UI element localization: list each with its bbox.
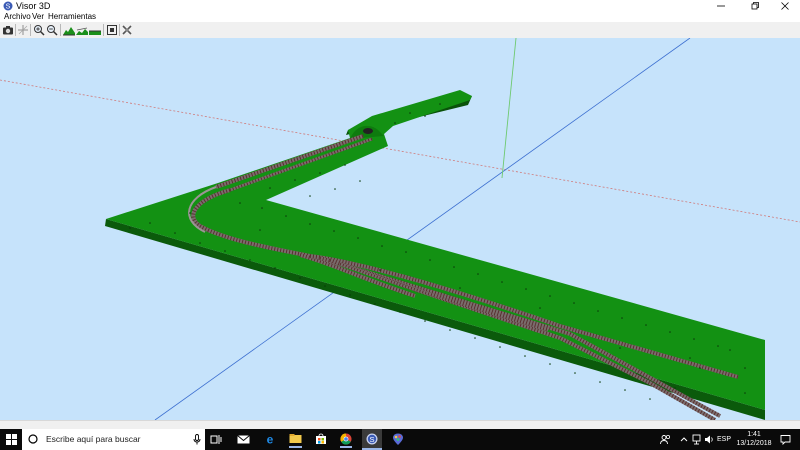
store-icon xyxy=(316,433,326,444)
toolbar-separator xyxy=(15,24,16,36)
taskbar-app-paint[interactable] xyxy=(392,433,404,446)
zoom-in-button[interactable] xyxy=(33,24,45,36)
camera-button[interactable] xyxy=(2,24,14,36)
taskbar-app-mail[interactable] xyxy=(237,434,250,445)
search-placeholder: Escribe aquí para buscar xyxy=(46,434,141,444)
terrain-view-1-icon xyxy=(63,27,75,36)
close-button[interactable] xyxy=(770,0,800,12)
menu-bar: Archivo Ver Herramientas xyxy=(0,12,800,22)
chrome-icon xyxy=(340,433,352,445)
axes-icon xyxy=(18,25,28,35)
clock[interactable]: 1:41 13/12/2018 xyxy=(735,430,773,449)
tray-overflow-button[interactable] xyxy=(680,435,688,444)
menu-ver[interactable]: Ver xyxy=(32,12,44,22)
task-view-button[interactable] xyxy=(210,434,222,445)
terrain-view-3-icon xyxy=(89,30,101,35)
clock-date: 13/12/2018 xyxy=(736,440,772,447)
toolbar-separator xyxy=(103,24,104,36)
people-icon xyxy=(660,434,671,445)
toolbar-separator xyxy=(60,24,61,36)
windows-logo-icon xyxy=(6,434,17,445)
file-explorer-icon xyxy=(289,434,302,443)
start-button[interactable] xyxy=(6,434,17,445)
microphone-icon[interactable] xyxy=(193,434,201,445)
tunnel-portal xyxy=(363,128,373,134)
taskbar-app-file-explorer[interactable] xyxy=(289,433,302,448)
close-icon xyxy=(781,2,789,10)
edge-icon: e xyxy=(267,433,274,447)
network-icon xyxy=(692,434,701,445)
people-button[interactable] xyxy=(660,434,671,445)
x-axis-line xyxy=(0,79,800,223)
settings-button[interactable] xyxy=(121,24,133,36)
task-view-icon xyxy=(210,435,222,444)
chevron-up-icon xyxy=(680,437,688,442)
search-icon xyxy=(28,434,38,444)
search-box[interactable]: Escribe aquí para buscar xyxy=(22,429,205,450)
taskbar-app-visor[interactable]: S xyxy=(362,429,382,450)
y-axis-line xyxy=(501,38,517,179)
taskbar-app-edge[interactable]: e xyxy=(264,433,276,447)
title-bar: S Visor 3D xyxy=(0,0,800,12)
fit-view-icon xyxy=(107,25,117,35)
settings-icon xyxy=(122,25,132,35)
fit-view-button[interactable] xyxy=(106,24,118,36)
camera-icon xyxy=(3,26,13,35)
terrain-view-2-icon xyxy=(76,27,88,35)
taskbar-app-chrome[interactable] xyxy=(340,433,352,448)
terrain-view-3-button[interactable] xyxy=(89,24,101,36)
terrain-board xyxy=(105,90,765,420)
taskbar: Escribe aquí para buscar e S ESP 1:41 13… xyxy=(0,429,800,450)
window-title: Visor 3D xyxy=(16,1,51,11)
notifications-icon xyxy=(780,435,791,446)
zoom-out-icon xyxy=(47,25,58,36)
svg-text:S: S xyxy=(6,4,11,11)
3d-viewport[interactable] xyxy=(0,38,800,420)
axes-button[interactable] xyxy=(17,24,29,36)
3d-scene xyxy=(0,38,800,420)
notifications-button[interactable] xyxy=(780,434,791,446)
mail-icon xyxy=(237,435,250,444)
volume-button[interactable] xyxy=(704,434,714,445)
taskbar-app-store[interactable] xyxy=(315,433,327,445)
svg-text:S: S xyxy=(369,435,374,444)
zoom-out-button[interactable] xyxy=(46,24,58,36)
language-indicator[interactable]: ESP xyxy=(717,429,731,450)
toolbar xyxy=(0,22,800,39)
minimize-icon xyxy=(717,5,725,7)
visor-app-icon: S xyxy=(3,1,13,11)
visor-app-icon: S xyxy=(366,433,378,445)
menu-herramientas[interactable]: Herramientas xyxy=(48,12,96,22)
svg-text:e: e xyxy=(267,433,274,445)
toolbar-separator xyxy=(30,24,31,36)
clock-time: 1:41 xyxy=(747,431,761,438)
minimize-button[interactable] xyxy=(706,0,736,12)
zoom-in-icon xyxy=(34,25,45,36)
toolbar-separator xyxy=(119,24,120,36)
restore-button[interactable] xyxy=(740,0,770,12)
terrain-view-2-button[interactable] xyxy=(76,24,88,36)
menu-archivo[interactable]: Archivo xyxy=(4,12,31,22)
network-button[interactable] xyxy=(692,434,701,445)
restore-icon xyxy=(751,2,759,10)
volume-icon xyxy=(705,435,713,444)
paint-icon xyxy=(393,433,403,445)
terrain-view-1-button[interactable] xyxy=(63,24,75,36)
